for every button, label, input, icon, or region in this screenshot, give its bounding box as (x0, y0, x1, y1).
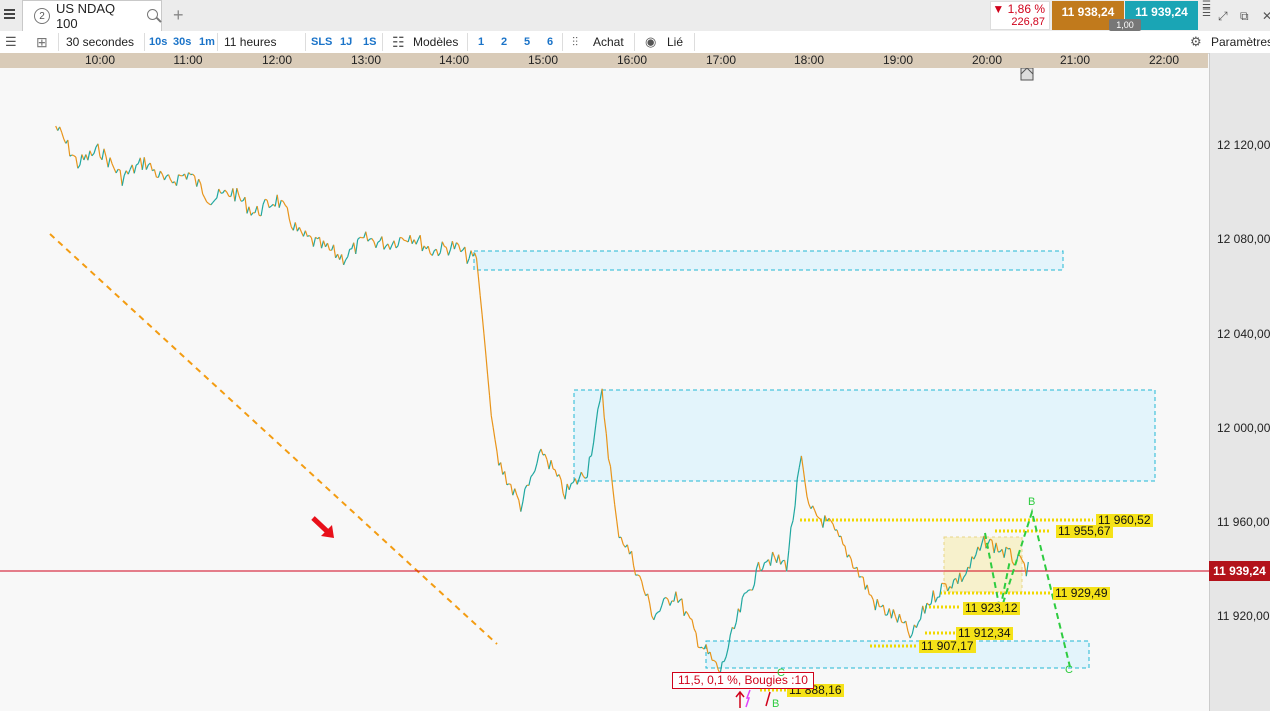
grid-icon[interactable]: ⊞ (36, 31, 48, 53)
price-segment (403, 239, 407, 242)
price-segment (71, 154, 74, 157)
period-1j-button[interactable]: 1J (340, 31, 352, 53)
price-change-box: ▼ 1,86 % 226,87 (990, 1, 1050, 30)
level-label: 11 907,17 (919, 639, 976, 653)
x-tick-label: 22:00 (1148, 53, 1180, 67)
period-1s-button[interactable]: 1S (363, 31, 376, 53)
x-tick-label: 15:00 (527, 53, 559, 67)
chart-toolbar: ☰ ⊞ 30 secondes 10s 30s 1m 11 heures SLS… (0, 31, 1270, 54)
instrument-tab[interactable]: 2 US NDAQ 100 (22, 0, 162, 31)
layout-5-button[interactable]: 5 (524, 31, 530, 53)
x-tick-label: 21:00 (1059, 53, 1091, 67)
linked-button[interactable]: Lié (667, 31, 683, 53)
period-sls-button[interactable]: SLS (311, 31, 332, 53)
wave-point-label: B (772, 698, 780, 710)
interval-1m-button[interactable]: 1m (199, 31, 215, 53)
supply-zone[interactable] (473, 250, 1064, 271)
top-bar: 2 US NDAQ 100 + ▼ 1,86 % 226,87 11 938,2… (0, 0, 1270, 32)
price-segment (657, 610, 661, 613)
y-tick-label: 12 040,00 (1217, 327, 1270, 341)
price-segment (264, 198, 268, 201)
y-tick-label: 11 920,00 (1217, 609, 1270, 623)
wave-point-label: C (1065, 664, 1073, 676)
layout-6-button[interactable]: 6 (547, 31, 553, 53)
popout-icon[interactable]: ⧉ (1240, 9, 1249, 24)
models-icon: ☷ (392, 34, 405, 50)
x-tick-label: 19:00 (882, 53, 914, 67)
measure-annotation: 11,5, 0,1 %, Bougies :10 (672, 672, 814, 689)
layout-icon[interactable]: ☰ ☰ (1202, 1, 1211, 19)
x-tick-label: 17:00 (705, 53, 737, 67)
x-tick-label: 10:00 (84, 53, 116, 67)
price-segment (764, 561, 767, 564)
x-tick-label: 13:00 (350, 53, 382, 67)
y-tick-label: 12 120,00 (1217, 138, 1270, 152)
x-tick-label: 12:00 (261, 53, 293, 67)
models-button[interactable]: Modèles (413, 31, 458, 53)
layout-1-button[interactable]: 1 (478, 31, 484, 53)
price-segment (868, 593, 872, 596)
current-price-marker: 11 939,24 (1209, 561, 1270, 581)
window-controls: ☰ ☰ ⤢ ⧉ ✕ (1200, 1, 1270, 30)
interval-10s-button[interactable]: 10s (149, 31, 167, 53)
level-label: 11 929,49 (1053, 586, 1110, 600)
x-tick-label: 16:00 (616, 53, 648, 67)
change-absolute: 226,87 (1011, 16, 1045, 28)
search-icon[interactable] (147, 9, 161, 23)
price-segment (399, 236, 403, 239)
demand-zone[interactable] (705, 640, 1090, 669)
wave-point-label: C (777, 667, 785, 679)
time-axis: 10:00 11:00 12:00 13:00 14:00 15:00 16:0… (0, 53, 1208, 68)
price-segment (508, 483, 511, 485)
interval-30s-button[interactable]: 30s (173, 31, 191, 53)
instrument-title: US NDAQ 100 (55, 1, 116, 31)
gear-icon[interactable]: ⚙ (1190, 31, 1202, 53)
y-tick-label: 12 080,00 (1217, 232, 1270, 246)
x-tick-label: 18:00 (793, 53, 825, 67)
layout-2-button[interactable]: 2 (501, 31, 507, 53)
price-axis: 12 120,00 12 080,00 12 040,00 12 000,00 … (1209, 53, 1270, 711)
close-icon[interactable]: ✕ (1262, 9, 1270, 23)
home-icon[interactable] (1020, 68, 1034, 81)
buy-button[interactable]: Achat (593, 31, 624, 53)
price-segment (858, 576, 862, 578)
price-segment (552, 468, 556, 471)
level-label: 11 923,12 (963, 601, 1020, 615)
price-segment (117, 168, 121, 171)
spread-badge: 1,00 (1109, 19, 1141, 31)
tab-number-badge: 2 (34, 8, 50, 24)
interval-select[interactable]: 30 secondes (66, 31, 134, 53)
candle-icon: ⫶⫶ (572, 35, 579, 49)
hamburger-menu-icon[interactable] (4, 9, 15, 21)
period-select[interactable]: 11 heures (224, 31, 276, 53)
price-segment (748, 589, 751, 591)
supply-zone[interactable] (573, 389, 1156, 482)
settings-button[interactable]: Paramètres (1211, 31, 1270, 53)
x-tick-label: 14:00 (438, 53, 470, 67)
level-label: 11 955,67 (1056, 524, 1113, 538)
wave-point-label: B (1028, 496, 1036, 508)
price-chart[interactable] (0, 68, 1209, 711)
x-tick-label: 11:00 (173, 53, 203, 67)
eye-icon: ◉ (645, 34, 657, 49)
price-segment (744, 591, 747, 594)
list-icon[interactable]: ☰ (5, 31, 17, 53)
y-tick-label: 11 960,00 (1217, 515, 1270, 529)
x-tick-label: 20:00 (971, 53, 1003, 67)
y-tick-label: 12 000,00 (1217, 421, 1270, 435)
change-percent: ▼ 1,86 % (992, 2, 1045, 16)
expand-icon[interactable]: ⤢ (1218, 9, 1228, 24)
add-tab-icon[interactable]: + (173, 5, 184, 26)
